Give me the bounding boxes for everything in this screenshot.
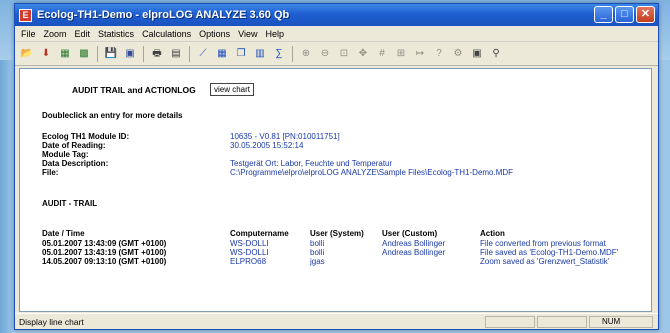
info-label: Data Description: — [42, 159, 109, 168]
info-value: Testgerät Ort: Labor, Feuchte und Temper… — [230, 159, 393, 168]
print-preview-icon[interactable]: ▤ — [168, 46, 184, 62]
maximize-button[interactable]: □ — [615, 6, 634, 23]
toolbar-separator — [292, 45, 293, 62]
copy-icon[interactable]: ❐ — [233, 46, 249, 62]
audit-row-user-system[interactable]: jgas — [310, 257, 325, 266]
menu-file[interactable]: File — [17, 29, 40, 39]
help-icon[interactable]: ? — [431, 46, 447, 62]
menu-calculations[interactable]: Calculations — [138, 29, 195, 39]
audit-row-action[interactable]: File saved as 'Ecolog-TH1-Demo.MDF' — [480, 248, 618, 257]
audit-row-action[interactable]: Zoom saved as 'Grenzwert_Statistik' — [480, 257, 609, 266]
num-lock-indicator: NUM — [589, 316, 653, 328]
status-cell — [485, 316, 535, 328]
toolbar-separator — [143, 45, 144, 62]
column-header: Action — [480, 229, 505, 238]
menu-zoom[interactable]: Zoom — [40, 29, 71, 39]
column-header: Computername — [230, 229, 289, 238]
settings-icon[interactable]: ⚙ — [450, 46, 466, 62]
arrow-icon[interactable]: ↦ — [412, 46, 428, 62]
window-title: Ecolog-TH1-Demo - elproLOG ANALYZE 3.60 … — [37, 9, 290, 21]
chart-icon[interactable]: ▦ — [57, 46, 73, 62]
grid-icon[interactable]: # — [374, 46, 390, 62]
section-title: AUDIT TRAIL and ACTIONLOG — [72, 85, 196, 95]
title-bar[interactable]: E Ecolog-TH1-Demo - elproLOG ANALYZE 3.6… — [15, 4, 658, 26]
zoom-out-icon[interactable]: ⊖ — [317, 46, 333, 62]
menu-edit[interactable]: Edit — [71, 29, 95, 39]
status-cell — [537, 316, 587, 328]
save-as-icon[interactable]: ▣ — [122, 46, 138, 62]
menu-statistics[interactable]: Statistics — [94, 29, 138, 39]
info-label: Ecolog TH1 Module ID: — [42, 132, 130, 141]
audit-row-user-system[interactable]: bolli — [310, 239, 324, 248]
print-icon[interactable]: 🖶 — [149, 46, 165, 62]
app-window: E Ecolog-TH1-Demo - elproLOG ANALYZE 3.6… — [14, 3, 659, 330]
info-label: Module Tag: — [42, 150, 89, 159]
audit-row-date[interactable]: 05.01.2007 13:43:09 (GMT +0100) — [42, 239, 166, 248]
audit-row-date[interactable]: 05.01.2007 13:43:19 (GMT +0100) — [42, 248, 166, 257]
line-chart-icon[interactable]: ⟋ — [195, 46, 211, 62]
app-icon[interactable]: E — [19, 8, 32, 22]
statistics-icon[interactable]: ∑ — [271, 46, 287, 62]
audit-row-user-custom[interactable]: Andreas Bollinger — [382, 248, 445, 257]
paste-icon[interactable]: ▥ — [252, 46, 268, 62]
audit-row-user-system[interactable]: bolli — [310, 248, 324, 257]
info-icon[interactable]: ▣ — [469, 46, 485, 62]
toolbar-separator — [189, 45, 190, 62]
audit-row-user-custom[interactable]: Andreas Bollinger — [382, 239, 445, 248]
toolbar: 📂 ⬇ ▦ ▩ 💾 ▣ 🖶 ▤ ⟋ ▦ ❐ ▥ ∑ ⊕ ⊖ ⊡ ✥ # ⊞ ↦ … — [15, 42, 658, 66]
column-header: User (Custom) — [382, 229, 438, 238]
pan-icon[interactable]: ✥ — [355, 46, 371, 62]
status-text: Display line chart — [19, 316, 84, 327]
toolbar-separator — [97, 45, 98, 62]
save-icon[interactable]: 💾 — [103, 46, 119, 62]
report-view[interactable]: AUDIT TRAIL and ACTIONLOG view chart Dou… — [19, 68, 652, 312]
audit-trail-title: AUDIT - TRAIL — [42, 199, 98, 208]
info-value: C:\Programme\elpro\elproLOG ANALYZE\Samp… — [230, 168, 514, 177]
minimize-button[interactable]: _ — [594, 6, 613, 23]
view-chart-button[interactable]: view chart — [210, 83, 255, 96]
menu-options[interactable]: Options — [195, 29, 234, 39]
window-controls: _ □ ✕ — [594, 6, 655, 23]
audit-row-computer[interactable]: ELPRO68 — [230, 257, 266, 266]
audit-row-computer[interactable]: WS-DOLLI — [230, 248, 269, 257]
info-label: File: — [42, 168, 59, 177]
zoom-fit-icon[interactable]: ⊡ — [336, 46, 352, 62]
hint-text: Doubleclick an entry for more details — [42, 111, 183, 120]
close-button[interactable]: ✕ — [636, 6, 655, 23]
info-value: 10635 - V0.81 [PN:010011751] — [230, 132, 340, 141]
menu-help[interactable]: Help — [261, 29, 288, 39]
desktop-background-side — [0, 60, 14, 333]
audit-row-date[interactable]: 14.05.2007 09:13:10 (GMT +0100) — [42, 257, 166, 266]
download-icon[interactable]: ⬇ — [38, 46, 54, 62]
column-header: User (System) — [310, 229, 364, 238]
open-folder-icon[interactable]: 📂 — [19, 46, 35, 62]
column-header: Date / Time — [42, 229, 85, 238]
menu-bar: File Zoom Edit Statistics Calculations O… — [15, 26, 658, 42]
marker-icon[interactable]: ⊞ — [393, 46, 409, 62]
info-label: Date of Reading: — [42, 141, 106, 150]
pin-icon[interactable]: ⚲ — [488, 46, 504, 62]
chart-alt-icon[interactable]: ▩ — [76, 46, 92, 62]
menu-view[interactable]: View — [234, 29, 261, 39]
table-icon[interactable]: ▦ — [214, 46, 230, 62]
status-bar: Display line chart NUM — [15, 313, 658, 329]
info-value: 30.05.2005 15:52:14 — [230, 141, 304, 150]
audit-row-computer[interactable]: WS-DOLLI — [230, 239, 269, 248]
audit-row-action[interactable]: File converted from previous format — [480, 239, 606, 248]
zoom-in-icon[interactable]: ⊕ — [298, 46, 314, 62]
